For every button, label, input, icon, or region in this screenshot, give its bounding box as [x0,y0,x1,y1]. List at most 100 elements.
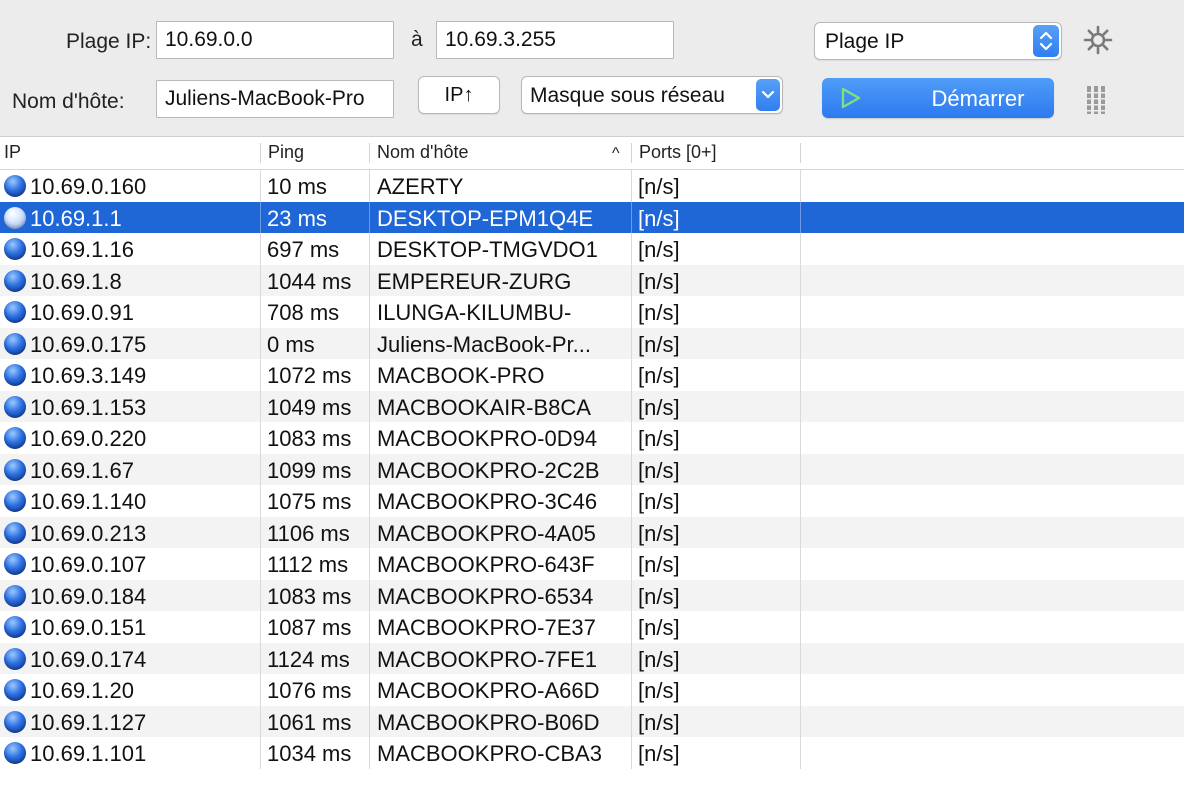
cell-ping: 10 ms [267,174,327,199]
cell-ip: 10.69.0.107 [30,552,147,577]
cell-ping: 1083 ms [267,583,352,609]
cell-ip: 10.69.1.67 [30,457,134,483]
range-start-input[interactable]: 10.69.0.0 [156,21,394,59]
column-divider [631,422,632,454]
host-alive-icon [4,269,26,292]
cell-ping: 1087 ms [267,615,352,640]
host-alive-icon [4,301,26,323]
column-divider[interactable] [800,143,801,163]
cell-ping: 1072 ms [267,363,352,388]
ip-up-button[interactable]: IP↑ [418,76,500,114]
hostname-input[interactable]: Juliens-MacBook-Pro [156,80,394,118]
cell-hostname: MACBOOKPRO-3C46 [377,489,598,514]
column-divider [800,390,801,422]
cell-hostname: MACBOOKPRO-2C2B [377,457,600,483]
table-row[interactable]: 10.69.1.153 1049 ms MACBOOKAIR-B8CA [n/s] [0,390,1184,422]
column-header-ping[interactable]: Ping [268,142,304,163]
column-divider [800,170,801,202]
cell-ping: 1061 ms [267,709,352,735]
column-header-ports[interactable]: Ports [0+] [639,142,717,163]
range-end-input[interactable]: 10.69.3.255 [436,21,674,59]
table-row[interactable]: 10.69.3.149 1072 ms MACBOOK-PRO [n/s] [0,359,1184,391]
column-divider [369,705,370,737]
column-divider [631,390,632,422]
cell-ip: 10.69.1.8 [30,268,122,294]
table-row[interactable]: 10.69.1.140 1075 ms MACBOOKPRO-3C46 [n/s] [0,485,1184,517]
table-row[interactable]: 10.69.1.20 1076 ms MACBOOKPRO-A66D [n/s] [0,674,1184,706]
cell-ports: [n/s] [638,331,680,357]
table-row[interactable]: 10.69.0.184 1083 ms MACBOOKPRO-6534 [n/s] [0,579,1184,611]
cell-hostname: AZERTY [377,174,464,199]
column-divider [800,611,801,643]
table-row[interactable]: 10.69.0.213 1106 ms MACBOOKPRO-4A05 [n/s] [0,516,1184,548]
column-divider [260,705,261,737]
table-row[interactable]: 10.69.1.8 1044 ms EMPEREUR-ZURG [n/s] [0,264,1184,296]
cell-hostname: Juliens-MacBook-Pr... [377,331,591,357]
column-divider [369,422,370,454]
column-divider[interactable] [260,143,261,163]
cell-ports: [n/s] [638,174,680,199]
cell-ip: 10.69.1.101 [30,741,147,766]
column-chooser-icon[interactable] [1086,84,1106,121]
column-divider[interactable] [631,143,632,163]
cell-ip: 10.69.0.213 [30,520,147,546]
column-divider [800,453,801,485]
table-header: IP Ping Nom d'hôte ^ Ports [0+] [0,137,1184,170]
table-row[interactable]: 10.69.1.127 1061 ms MACBOOKPRO-B06D [n/s] [0,705,1184,737]
table-row[interactable]: 10.69.1.16 697 ms DESKTOP-TMGVDO1 [n/s] [0,233,1184,265]
cell-ports: [n/s] [638,426,680,451]
cell-hostname: MACBOOK-PRO [377,363,545,388]
cell-ping: 1124 ms [267,646,350,672]
cell-ports: [n/s] [638,205,680,231]
cell-ip: 10.69.0.174 [30,646,147,672]
cell-ping: 1076 ms [267,678,352,703]
cell-ports: [n/s] [638,583,680,609]
table-row[interactable]: 10.69.0.175 0 ms Juliens-MacBook-Pr... [n/s… [0,327,1184,359]
cell-hostname: DESKTOP-EPM1Q4E [377,205,593,231]
cell-ping: 1083 ms [267,426,352,451]
cell-ports: [n/s] [638,709,680,735]
host-alive-icon [4,616,26,638]
table-row[interactable]: 10.69.0.174 1124 ms MACBOOKPRO-7FE1 [n/s] [0,642,1184,674]
column-divider [260,611,261,643]
column-divider [800,201,801,233]
table-row[interactable]: 10.69.0.107 1112 ms MACBOOKPRO-643F [n/s] [0,548,1184,580]
host-alive-icon [4,742,26,764]
hostname-label: Nom d'hôte: [12,90,125,113]
table-row[interactable]: 10.69.1.1 23 ms DESKTOP-EPM1Q4E [n/s] [0,201,1184,233]
column-divider [800,642,801,674]
chevron-down-icon [756,79,780,111]
column-divider [260,264,261,296]
results-table: IP Ping Nom d'hôte ^ Ports [0+] 10.69.0.… [0,136,1184,807]
column-divider [800,579,801,611]
cell-hostname: MACBOOKAIR-B8CA [377,394,591,420]
column-divider [260,642,261,674]
netmask-select[interactable]: Masque sous réseau [521,76,783,114]
column-header-ip[interactable]: IP [4,142,21,163]
cell-ping: 0 ms [267,331,315,357]
table-row[interactable]: 10.69.0.151 1087 ms MACBOOKPRO-7E37 [n/s] [0,611,1184,643]
table-row[interactable]: 10.69.0.160 10 ms AZERTY [n/s] [0,170,1184,202]
host-alive-icon [4,395,26,418]
column-header-hostname[interactable]: Nom d'hôte [377,142,469,163]
table-row[interactable]: 10.69.1.67 1099 ms MACBOOKPRO-2C2B [n/s] [0,453,1184,485]
column-divider [369,170,370,202]
cell-ip: 10.69.1.1 [30,205,122,231]
cell-ip: 10.69.0.184 [30,583,147,609]
cell-hostname: MACBOOKPRO-4A05 [377,520,596,546]
start-button[interactable]: Démarrer [822,78,1054,118]
column-divider [631,485,632,517]
column-divider [631,453,632,485]
cell-ports: [n/s] [638,363,680,388]
feeder-select[interactable]: Plage IP [814,22,1062,60]
host-alive-icon [4,553,26,575]
table-row[interactable]: 10.69.1.101 1034 ms MACBOOKPRO-CBA3 [n/s] [0,737,1184,769]
gear-icon[interactable] [1082,24,1114,61]
table-row[interactable]: 10.69.0.220 1083 ms MACBOOKPRO-0D94 [n/s] [0,422,1184,454]
column-divider[interactable] [369,143,370,163]
column-divider [631,170,632,202]
column-divider [631,264,632,296]
table-row[interactable]: 10.69.0.91 708 ms ILUNGA-KILUMBU- [n/s] [0,296,1184,328]
column-divider [800,674,801,706]
column-divider [631,705,632,737]
